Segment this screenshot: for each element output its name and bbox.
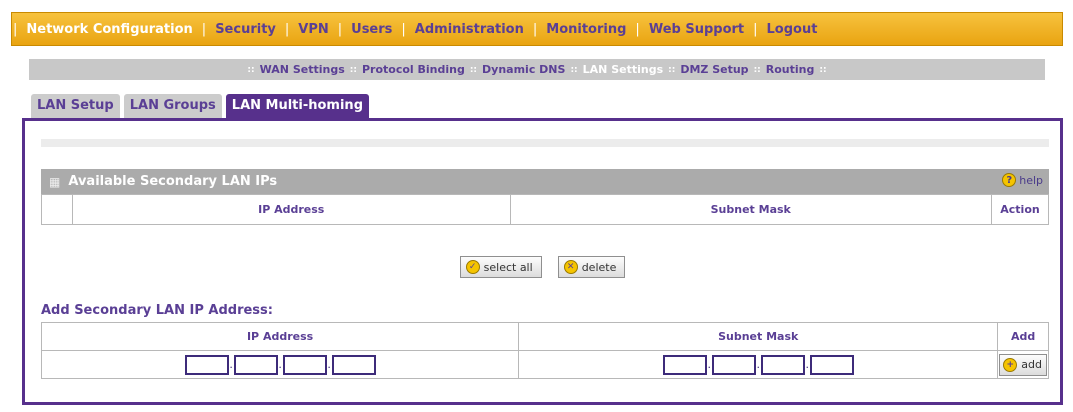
ip-octet-3[interactable]	[282, 354, 327, 375]
table-actions: ✓ select all ✕ delete	[25, 256, 1060, 278]
subnav-separator: ::	[819, 64, 827, 75]
subnav-routing[interactable]: Routing	[762, 63, 819, 76]
plus-icon: +	[1003, 357, 1018, 372]
tab-lan-groups[interactable]: LAN Groups	[123, 94, 222, 118]
tab-bar: LAN Setup LAN Groups LAN Multi-homing	[31, 94, 373, 118]
divider	[41, 139, 1049, 147]
column-header-subnet-mask: Subnet Mask	[509, 194, 992, 225]
nav-vpn[interactable]: VPN	[290, 22, 336, 37]
ip-octet-2[interactable]	[233, 354, 278, 375]
add-label: add	[1021, 358, 1042, 371]
delete-button[interactable]: ✕ delete	[557, 256, 626, 278]
nav-network-configuration[interactable]: Network Configuration	[18, 22, 200, 37]
available-ips-table: IP Address Subnet Mask Action	[41, 194, 1050, 225]
add-ip-table: IP Address Subnet Mask Add . . . . . . +…	[40, 322, 1049, 379]
close-icon: ✕	[563, 260, 578, 274]
add-button[interactable]: + add	[999, 353, 1047, 376]
subnav-separator: ::	[753, 64, 761, 75]
section-title: Available Secondary LAN IPs	[68, 174, 278, 189]
select-all-label: select all	[483, 260, 533, 274]
page: | Network Configuration | Security | VPN…	[11, 12, 1063, 405]
column-header-action: Action	[990, 194, 1050, 225]
mask-octet-4[interactable]	[809, 354, 854, 375]
help-label: help	[1019, 173, 1043, 187]
nav-users[interactable]: Users	[343, 22, 400, 37]
subnav-protocol-binding[interactable]: Protocol Binding	[358, 63, 469, 76]
column-header-ip-address: IP Address	[40, 322, 520, 351]
grid-icon: ▦	[49, 174, 61, 189]
subnav-separator: ::	[469, 64, 478, 75]
ip-octet-4[interactable]	[331, 354, 376, 375]
mask-octet-1[interactable]	[662, 354, 707, 375]
subnav-lan-settings[interactable]: LAN Settings	[579, 63, 667, 76]
nav-security[interactable]: Security	[207, 22, 284, 37]
subnav-wan-settings[interactable]: WAN Settings	[256, 63, 349, 76]
checkbox-column-header	[41, 194, 73, 225]
subnav-dynamic-dns[interactable]: Dynamic DNS	[478, 63, 569, 76]
add-cell: + add	[997, 350, 1049, 379]
column-header-add: Add	[997, 322, 1049, 351]
tab-lan-multi-homing[interactable]: LAN Multi-homing	[225, 94, 369, 118]
help-link[interactable]: ? help	[1002, 173, 1043, 187]
available-ips-header: ▦ Available Secondary LAN IPs ? help	[41, 169, 1049, 194]
ip-address-input: . . .	[184, 354, 376, 375]
column-header-subnet-mask: Subnet Mask	[518, 322, 999, 351]
subnet-mask-input: . . .	[662, 354, 854, 375]
top-navigation: | Network Configuration | Security | VPN…	[11, 12, 1063, 46]
select-all-button[interactable]: ✓ select all	[459, 256, 542, 278]
check-icon: ✓	[465, 260, 480, 274]
nav-web-support[interactable]: Web Support	[641, 22, 752, 37]
tab-lan-setup[interactable]: LAN Setup	[31, 94, 120, 118]
nav-monitoring[interactable]: Monitoring	[538, 22, 634, 37]
ip-octet-1[interactable]	[184, 354, 229, 375]
sub-navigation: :: WAN Settings :: Protocol Binding :: D…	[29, 59, 1045, 80]
help-icon: ?	[1002, 173, 1017, 187]
content-panel: ▦ Available Secondary LAN IPs ? help IP …	[22, 118, 1063, 405]
add-section-title: Add Secondary LAN IP Address:	[41, 303, 273, 318]
nav-administration[interactable]: Administration	[407, 22, 532, 37]
subnav-separator: ::	[349, 64, 357, 75]
subnav-separator: ::	[570, 64, 578, 75]
subnav-dmz-setup[interactable]: DMZ Setup	[676, 63, 752, 76]
delete-label: delete	[581, 260, 617, 274]
ip-address-cell: . . .	[40, 350, 520, 379]
column-header-ip-address: IP Address	[71, 194, 511, 225]
mask-octet-3[interactable]	[760, 354, 805, 375]
subnav-separator: ::	[247, 64, 255, 75]
subnav-separator: ::	[668, 64, 676, 75]
mask-octet-2[interactable]	[711, 354, 756, 375]
subnet-mask-cell: . . .	[518, 350, 999, 379]
nav-logout[interactable]: Logout	[759, 22, 826, 37]
